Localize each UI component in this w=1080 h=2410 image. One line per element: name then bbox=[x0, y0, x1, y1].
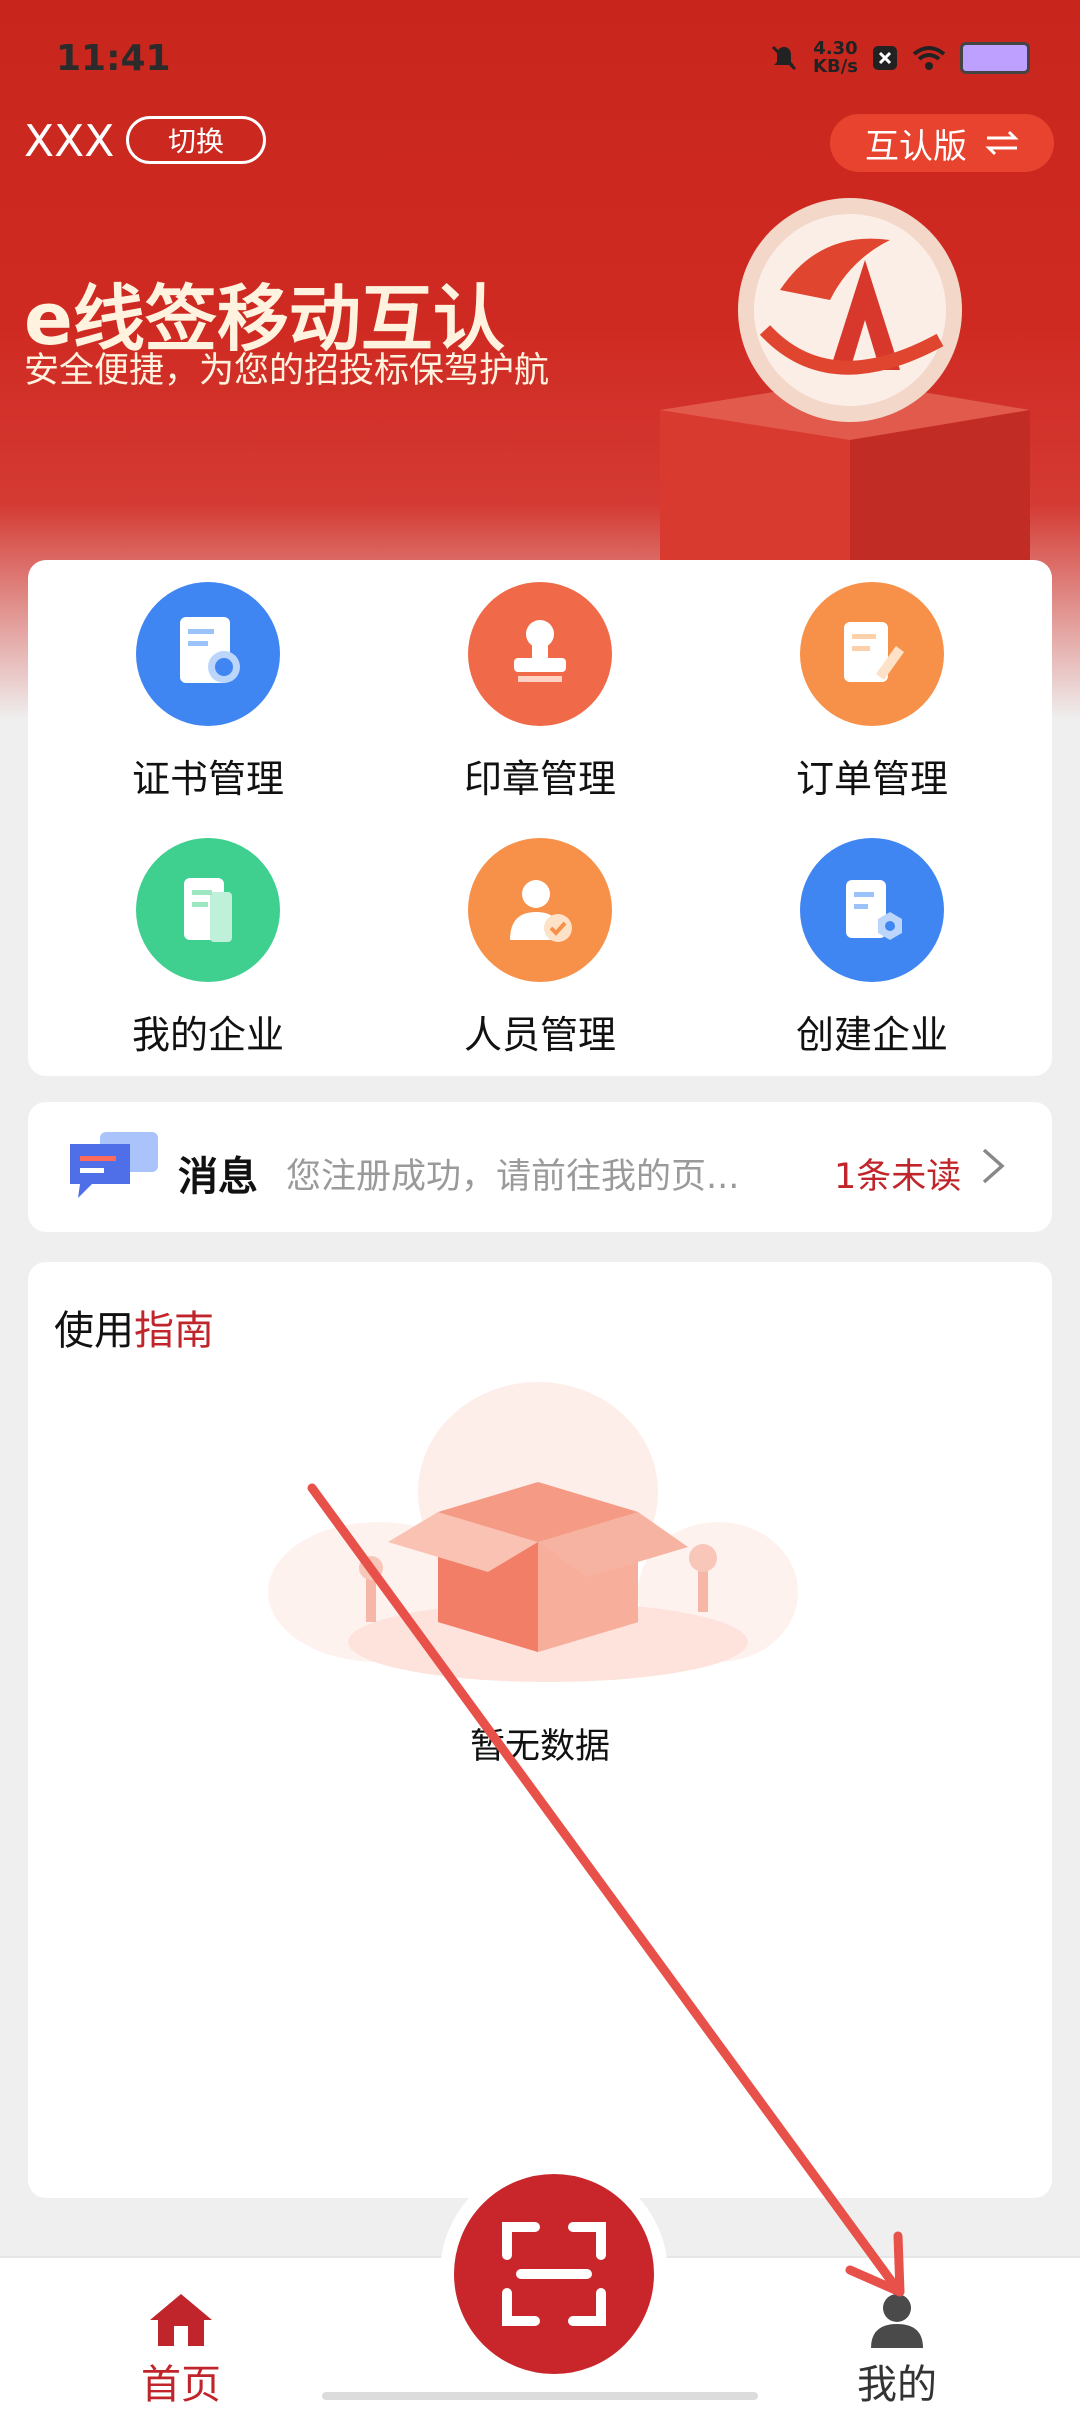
scan-button[interactable] bbox=[440, 2160, 668, 2388]
feature-certificate[interactable]: 证书管理 bbox=[78, 582, 338, 812]
scan-icon bbox=[502, 2222, 606, 2326]
feature-label: 订单管理 bbox=[795, 757, 948, 801]
guide-title: 使用指南 bbox=[54, 1298, 214, 1356]
brand-logo-illustration bbox=[660, 198, 1030, 570]
enterprise-doc-icon bbox=[136, 838, 280, 982]
version-toggle-button[interactable]: 互认版 bbox=[830, 114, 1054, 172]
feature-create-enterprise[interactable]: 创建企业 bbox=[742, 838, 1002, 1068]
person-check-icon bbox=[468, 838, 612, 982]
feature-order[interactable]: 订单管理 bbox=[742, 582, 1002, 812]
hero-subtitle: 安全便捷，为您的招投标保驾护航 bbox=[24, 351, 550, 391]
feature-label: 创建企业 bbox=[795, 1013, 948, 1057]
version-label: 互认版 bbox=[865, 126, 967, 167]
tab-mine[interactable]: 我的 bbox=[852, 2292, 942, 2410]
switch-account-button[interactable]: 切换 bbox=[126, 116, 266, 164]
home-indicator bbox=[322, 2392, 758, 2400]
guide-title-accent: 指南 bbox=[134, 1308, 214, 1354]
feature-label: 印章管理 bbox=[463, 757, 616, 801]
swap-arrows-icon bbox=[985, 130, 1019, 156]
status-icons: 4.30 KB/s bbox=[769, 40, 1030, 76]
empty-box-illustration bbox=[268, 1382, 798, 1682]
feature-stamp[interactable]: 印章管理 bbox=[410, 582, 670, 812]
network-speed: 4.30 KB/s bbox=[813, 40, 858, 76]
feature-grid-card: 证书管理 印章管理 订单管理 我的企业 人员管理 创建企业 bbox=[28, 560, 1052, 1076]
unread-count: 1条未读 bbox=[834, 1157, 962, 1197]
speed-unit: KB/s bbox=[813, 56, 858, 77]
empty-state-text: 暂无数据 bbox=[469, 1727, 610, 1767]
create-enterprise-icon bbox=[800, 838, 944, 982]
account-name: XXX bbox=[24, 116, 115, 167]
feature-personnel[interactable]: 人员管理 bbox=[410, 838, 670, 1068]
chevron-right-icon bbox=[982, 1148, 1005, 1184]
message-title: 消息 bbox=[178, 1154, 258, 1200]
order-edit-icon bbox=[800, 582, 944, 726]
notification-x-icon bbox=[873, 46, 897, 70]
certificate-icon bbox=[136, 582, 280, 726]
feature-label: 人员管理 bbox=[463, 1013, 616, 1057]
guide-title-prefix: 使用 bbox=[54, 1308, 134, 1354]
home-icon bbox=[150, 2294, 212, 2346]
status-bar: 11:41 4.30 KB/s bbox=[0, 0, 1080, 110]
message-preview: 您注册成功，请前往我的页... bbox=[286, 1157, 740, 1197]
tab-home[interactable]: 首页 bbox=[136, 2292, 226, 2410]
feature-my-enterprise[interactable]: 我的企业 bbox=[78, 838, 338, 1068]
battery-icon bbox=[960, 42, 1030, 74]
feature-label: 证书管理 bbox=[131, 757, 284, 801]
wifi-icon bbox=[912, 46, 946, 70]
tab-home-label: 首页 bbox=[141, 2362, 221, 2408]
feature-label: 我的企业 bbox=[131, 1013, 284, 1057]
user-icon bbox=[871, 2294, 923, 2348]
guide-card: 使用指南 暂无数据 bbox=[28, 1262, 1052, 2198]
mute-icon bbox=[771, 45, 797, 71]
stamp-icon bbox=[468, 582, 612, 726]
status-time: 11:41 bbox=[56, 38, 171, 79]
tab-mine-label: 我的 bbox=[857, 2362, 937, 2408]
chat-bubbles-icon bbox=[70, 1132, 158, 1198]
message-bar[interactable]: 消息 您注册成功，请前往我的页... 1条未读 bbox=[28, 1102, 1052, 1232]
